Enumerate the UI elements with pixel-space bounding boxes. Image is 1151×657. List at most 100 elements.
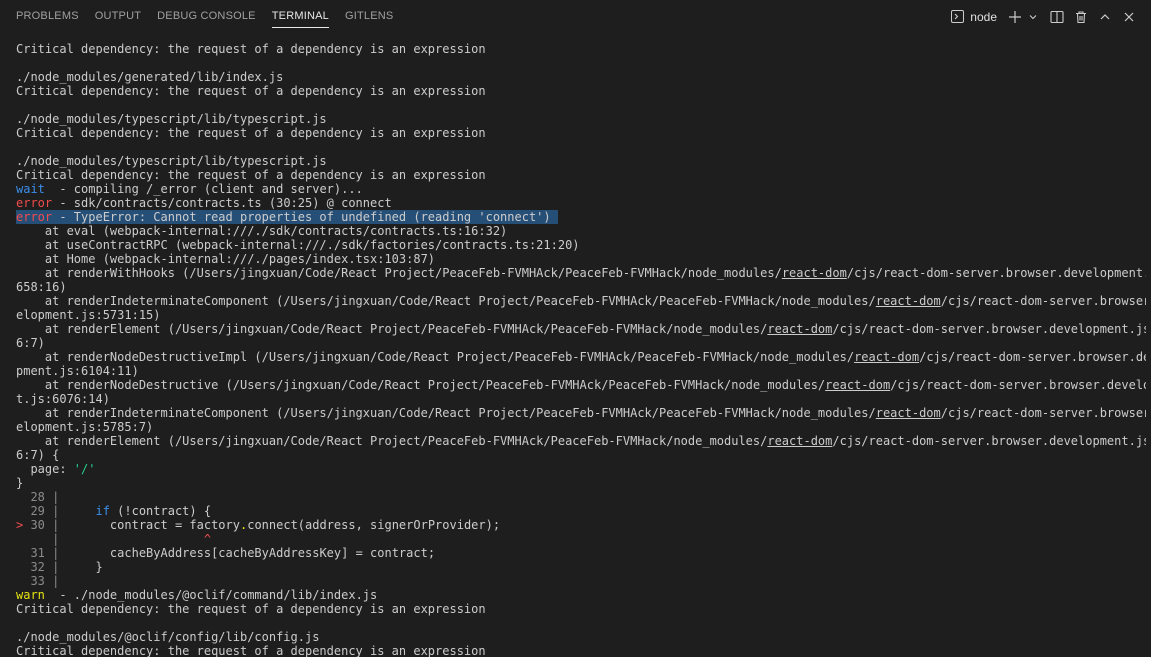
stack-line: at useContractRPC (webpack-internal:///.…	[16, 238, 580, 252]
error-tag: error	[16, 210, 53, 224]
stack-text: /cjs/react-dom-server.browser.developmen…	[832, 322, 1146, 336]
stack-link[interactable]: react-dom	[876, 406, 941, 420]
stack-line: at Home (webpack-internal:///./pages/ind…	[16, 252, 436, 266]
code-text: (!contract) {	[109, 504, 212, 518]
line-number: 33 |	[16, 574, 60, 588]
caret-padding	[59, 532, 204, 546]
error-message: - TypeError: Cannot read properties of u…	[52, 210, 551, 224]
tab-output[interactable]: OUTPUT	[87, 0, 149, 33]
page-line: page: '/'	[16, 462, 1146, 476]
split-terminal-button[interactable]	[1045, 6, 1069, 28]
stack-link[interactable]: react-dom	[876, 294, 941, 308]
wait-message: - compiling /_error (client and server).…	[44, 182, 363, 196]
log-line: ./node_modules/typescript/lib/typescript…	[16, 154, 327, 168]
chevron-up-icon	[1099, 11, 1111, 23]
stack-line: at renderElement (/Users/jingxuan/Code/R…	[16, 434, 1146, 448]
tab-problems[interactable]: PROBLEMS	[8, 0, 87, 33]
line-number: 32 |	[16, 560, 60, 574]
code-frame-line: 28 |	[16, 490, 1146, 504]
stack-line: at renderNodeDestructiveImpl (/Users/jin…	[16, 350, 1146, 364]
stack-line-wrap: elopment.js:5785:7)	[16, 420, 154, 434]
stack-text: /cjs/react-dom-server.browser.dev	[940, 294, 1146, 308]
code-frame-caret-line: | ^	[16, 532, 1146, 546]
error-line-selected: error - TypeError: Cannot read propertie…	[16, 210, 1146, 224]
stack-link[interactable]: react-dom	[854, 350, 919, 364]
stack-link[interactable]: react-dom	[825, 378, 890, 392]
stack-text: at renderWithHooks (/Users/jingxuan/Code…	[16, 266, 782, 280]
warn-message: - ./node_modules/@oclif/command/lib/inde…	[44, 588, 378, 602]
code-frame-line: 32 | }	[16, 560, 1146, 574]
stack-line-wrap: 658:16)	[16, 280, 67, 294]
error-tag: error	[16, 196, 53, 210]
stack-line-wrap: 6:7) {	[16, 448, 60, 462]
maximize-panel-button[interactable]	[1093, 6, 1117, 28]
stack-text: at renderNodeDestructiveImpl (/Users/jin…	[16, 350, 855, 364]
code-frame-line: 31 | cacheByAddress[cacheByAddressKey] =…	[16, 546, 1146, 560]
terminal-icon	[951, 10, 965, 23]
line-number: 30 |	[23, 518, 60, 532]
tab-debug-console[interactable]: DEBUG CONSOLE	[149, 0, 264, 33]
line-number: 29 |	[16, 504, 60, 518]
stack-text: at renderIndeterminateComponent (/Users/…	[16, 406, 876, 420]
log-line: Critical dependency: the request of a de…	[16, 84, 486, 98]
trash-icon	[1074, 10, 1088, 24]
stack-link[interactable]: react-dom	[767, 322, 832, 336]
log-line: Critical dependency: the request of a de…	[16, 644, 486, 657]
stack-line-wrap: elopment.js:5731:15)	[16, 308, 161, 322]
log-line: Critical dependency: the request of a de…	[16, 42, 486, 56]
error-caret: ^	[203, 532, 212, 546]
code-frame-line: 33 |	[16, 574, 1146, 588]
log-line: ./node_modules/generated/lib/index.js	[16, 70, 284, 84]
code-text: }	[59, 560, 103, 574]
log-line: Critical dependency: the request of a de…	[16, 126, 486, 140]
stack-line: at eval (webpack-internal:///./sdk/contr…	[16, 224, 508, 238]
stack-text: /cjs/react-dom-server.browser.dev	[940, 406, 1146, 420]
panel-actions: node	[947, 0, 1141, 33]
add-icon	[1008, 10, 1022, 24]
kill-terminal-button[interactable]	[1069, 6, 1093, 28]
close-brace: }	[16, 476, 24, 490]
log-line: ./node_modules/typescript/lib/typescript…	[16, 112, 327, 126]
terminal-output[interactable]: Critical dependency: the request of a de…	[16, 42, 1146, 657]
error-line: error - sdk/contracts/contracts.ts (30:2…	[16, 196, 1146, 210]
terminal-selector[interactable]: node	[947, 6, 1003, 28]
stack-line-wrap: 6:7)	[16, 336, 45, 350]
stack-link[interactable]: react-dom	[767, 434, 832, 448]
stack-text: /cjs/react-dom-server.browser.developmen	[890, 378, 1146, 392]
warn-line: warn - ./node_modules/@oclif/command/lib…	[16, 588, 1146, 602]
stack-text: /cjs/react-dom-server.browser.developmen…	[832, 434, 1146, 448]
terminal-name: node	[970, 9, 997, 24]
tab-terminal[interactable]: TERMINAL	[264, 0, 337, 33]
stack-line: at renderIndeterminateComponent (/Users/…	[16, 294, 1146, 308]
stack-text: at renderNodeDestructive (/Users/jingxua…	[16, 378, 826, 392]
error-message: - sdk/contracts/contracts.ts (30:25) @ c…	[52, 196, 392, 210]
stack-line-wrap: pment.js:6104:11)	[16, 364, 139, 378]
stack-line: at renderElement (/Users/jingxuan/Code/R…	[16, 322, 1146, 336]
code-text: connect(address, signerOrProvider);	[247, 518, 501, 532]
stack-line-wrap: t.js:6076:14)	[16, 392, 110, 406]
add-terminal-button[interactable]	[1003, 6, 1027, 28]
code-text: contract = factory	[59, 518, 240, 532]
log-line: Critical dependency: the request of a de…	[16, 602, 486, 616]
code-frame-line-highlight: > 30 | contract = factory.connect(addres…	[16, 518, 1146, 532]
line-number: 28 |	[16, 490, 60, 504]
tab-gitlens[interactable]: GITLENS	[337, 0, 401, 33]
stack-text: at renderIndeterminateComponent (/Users/…	[16, 294, 876, 308]
page-value: '/'	[73, 462, 96, 476]
stack-line: at renderNodeDestructive (/Users/jingxua…	[16, 378, 1146, 392]
panel-tabs: PROBLEMS OUTPUT DEBUG CONSOLE TERMINAL G…	[0, 0, 401, 33]
split-icon	[1050, 10, 1064, 24]
code-keyword: if	[95, 504, 110, 518]
stack-line: at renderIndeterminateComponent (/Users/…	[16, 406, 1146, 420]
close-panel-button[interactable]	[1117, 6, 1141, 28]
terminal-profile-dropdown[interactable]	[1027, 6, 1039, 28]
stack-text: at renderElement (/Users/jingxuan/Code/R…	[16, 322, 768, 336]
wait-line: wait - compiling /_error (client and ser…	[16, 182, 1146, 196]
stack-link[interactable]: react-dom	[782, 266, 847, 280]
log-line: ./node_modules/@oclif/config/lib/config.…	[16, 630, 320, 644]
